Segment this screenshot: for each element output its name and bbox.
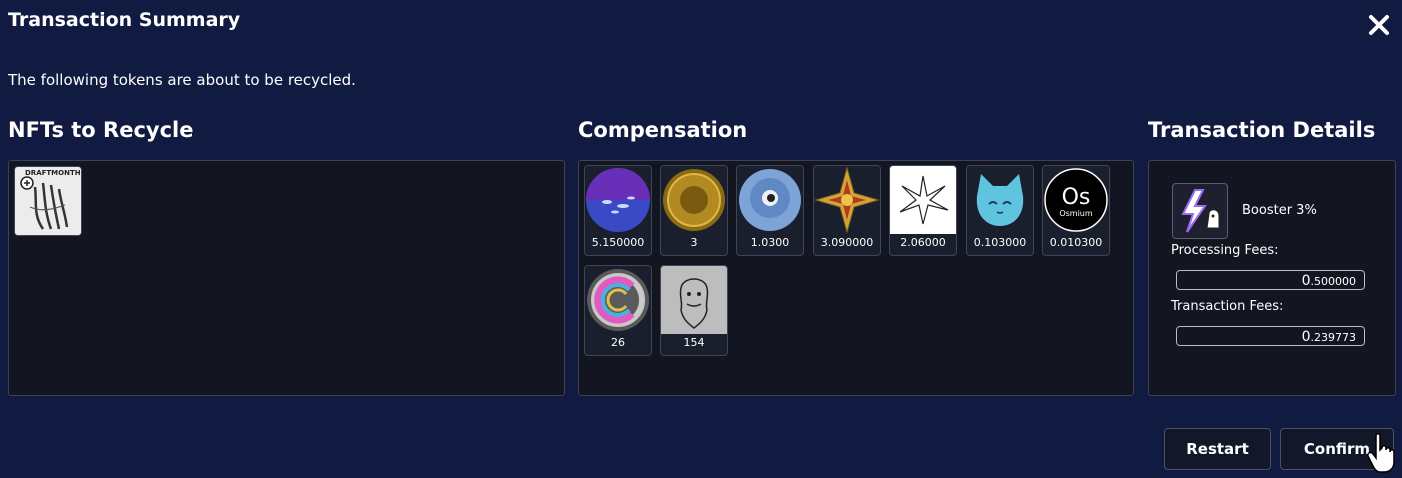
compensation-tile[interactable]: 26 xyxy=(584,265,652,356)
modal-title: Transaction Summary xyxy=(8,9,241,31)
modal-subtitle: The following tokens are about to be rec… xyxy=(8,71,356,89)
compensation-tile[interactable]: Os Osmium 0.010300 xyxy=(1042,165,1110,256)
compensation-tile[interactable]: 0.103000 xyxy=(966,165,1034,256)
purple-planet-token-icon xyxy=(585,166,651,234)
compensation-panel: 5.150000 3 1.0300 3.090000 2.06000 0.103… xyxy=(578,160,1134,396)
nft-banner-text: DRAFTMONTHLY xyxy=(25,169,81,177)
transaction-fees-label: Transaction Fees: xyxy=(1171,299,1284,314)
compensation-tile[interactable]: 3 xyxy=(660,165,728,256)
blue-eye-token-icon xyxy=(737,166,803,234)
details-panel: Booster 3% Processing Fees: 0.500000 Tra… xyxy=(1148,160,1396,396)
nft-tile[interactable]: DRAFTMONTHLY xyxy=(14,166,82,236)
gold-coin-token-icon xyxy=(661,166,727,234)
processing-fees-int: 0 xyxy=(1301,273,1311,289)
bearded-sketch-token-icon xyxy=(661,266,727,334)
compensation-amount: 5.150000 xyxy=(591,236,645,249)
blue-cat-token-icon xyxy=(967,166,1033,234)
nfts-section-title: NFTs to Recycle xyxy=(8,118,194,142)
compensation-amount: 0.010300 xyxy=(1049,236,1103,249)
osmium-label-text: Osmium xyxy=(1059,209,1093,218)
compensation-tile[interactable]: 5.150000 xyxy=(584,165,652,256)
compensation-amount: 154 xyxy=(683,336,705,349)
transaction-fees-dec: .239773 xyxy=(1310,331,1357,344)
processing-fees-label: Processing Fees: xyxy=(1171,243,1279,258)
lightning-booster-icon xyxy=(1181,189,1220,233)
golden-star-token-icon xyxy=(814,166,880,234)
nft-drawing-hands-image: DRAFTMONTHLY xyxy=(15,167,81,235)
hand-pointer-icon xyxy=(1367,433,1395,473)
osmium-symbol-text: Os xyxy=(1062,185,1091,210)
compensation-amount: 3 xyxy=(690,236,698,249)
compensation-tile[interactable]: 1.0300 xyxy=(736,165,804,256)
compensation-tile[interactable]: 2.06000 xyxy=(889,165,957,256)
restart-button[interactable]: Restart xyxy=(1164,428,1271,470)
transaction-fees-field: 0.239773 xyxy=(1176,326,1365,346)
compensation-amount: 3.090000 xyxy=(820,236,874,249)
compensation-amount: 2.06000 xyxy=(900,236,946,249)
compensation-tile[interactable]: 154 xyxy=(660,265,728,356)
booster-icon-box xyxy=(1172,183,1228,239)
transaction-fees-int: 0 xyxy=(1301,329,1311,345)
compensation-section-title: Compensation xyxy=(578,118,748,142)
details-section-title: Transaction Details xyxy=(1148,118,1376,142)
compensation-amount: 26 xyxy=(611,336,625,349)
compensation-amount: 1.0300 xyxy=(750,236,790,249)
processing-fees-dec: .500000 xyxy=(1310,275,1357,288)
rainbow-coin-token-icon xyxy=(585,266,651,334)
nfts-panel: DRAFTMONTHLY xyxy=(8,160,565,396)
black-star-token-icon xyxy=(890,166,956,234)
close-icon[interactable] xyxy=(1366,12,1392,38)
osmium-token-icon: Os Osmium xyxy=(1043,166,1109,234)
booster-label: Booster 3% xyxy=(1242,203,1317,218)
compensation-amount: 0.103000 xyxy=(973,236,1027,249)
processing-fees-field: 0.500000 xyxy=(1176,270,1365,290)
compensation-tile[interactable]: 3.090000 xyxy=(813,165,881,256)
